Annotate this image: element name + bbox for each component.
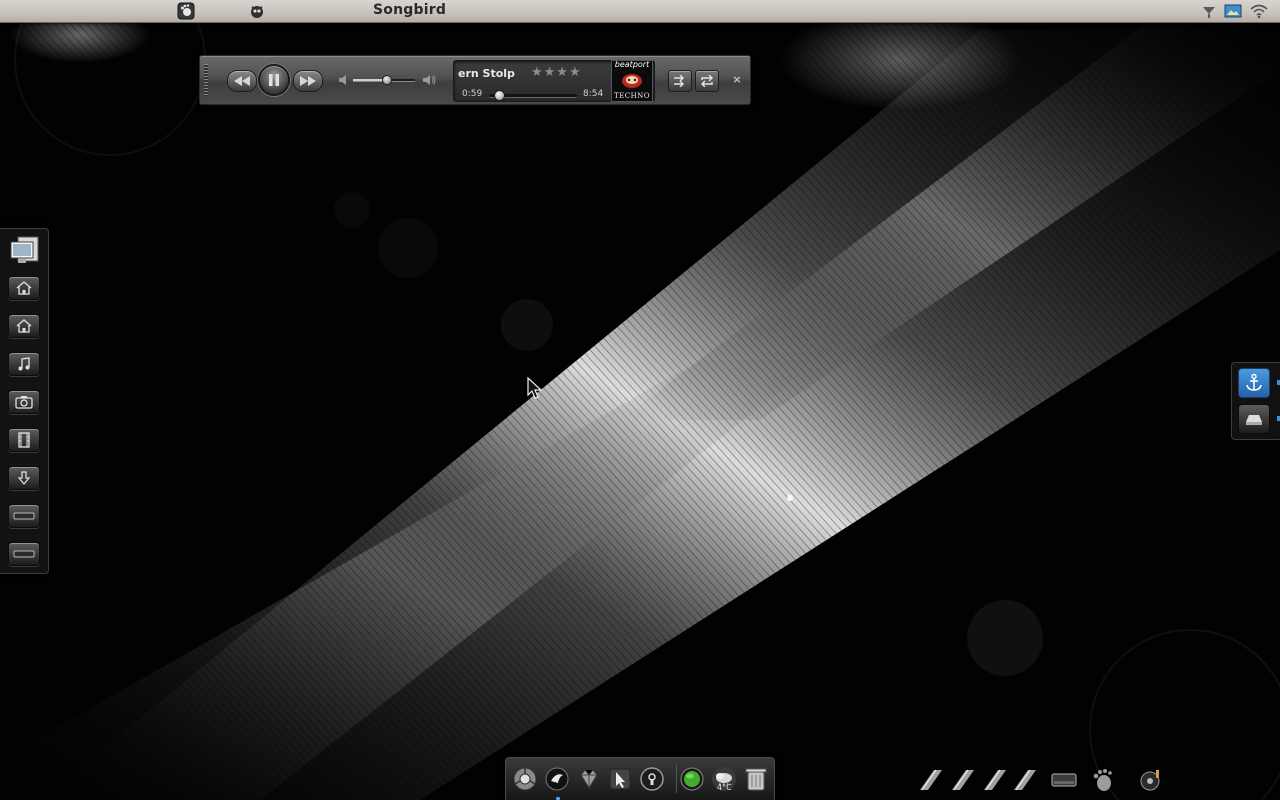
track-duration: 8:54 xyxy=(583,89,604,99)
anchor-icon xyxy=(1246,373,1262,391)
seek-knob[interactable] xyxy=(493,90,505,101)
lock-icon[interactable] xyxy=(637,764,667,794)
left-dock xyxy=(0,228,49,574)
right-dock xyxy=(1231,362,1280,440)
pause-button[interactable] xyxy=(258,64,290,96)
audio-icon[interactable] xyxy=(1136,766,1164,794)
workspace-3[interactable] xyxy=(982,768,1008,792)
volume-max-icon[interactable] xyxy=(423,73,437,87)
album-art-label-bottom: TECHNO xyxy=(613,92,651,100)
volume-mute-icon[interactable] xyxy=(339,74,349,86)
mouse-cursor-icon xyxy=(527,377,543,399)
album-art-image xyxy=(622,74,642,88)
active-window-title: Songbird xyxy=(373,2,447,18)
repeat-icon xyxy=(701,75,713,87)
songbird-icon[interactable] xyxy=(542,764,572,794)
album-art-label-top: beatport xyxy=(614,60,650,69)
computer-icon xyxy=(10,236,39,263)
close-player-button[interactable]: × xyxy=(730,71,744,87)
music-note-icon xyxy=(18,357,30,371)
track-title: ern Stolp xyxy=(458,67,515,80)
repeat-button[interactable] xyxy=(695,70,719,92)
volume-slider-knob[interactable] xyxy=(382,75,393,85)
workspace-1[interactable] xyxy=(918,768,944,792)
network-icon[interactable] xyxy=(1200,2,1218,20)
drive-button-2[interactable] xyxy=(8,542,40,566)
trash-icon[interactable] xyxy=(741,764,771,794)
drive-icon xyxy=(13,550,35,558)
songbird-mini-player[interactable]: ern Stolp ★★★★ 0:59 8:54 beatport TECHNO… xyxy=(199,55,751,105)
drive-launcher[interactable] xyxy=(1238,404,1270,434)
desktop: Songbird ern Stolp ★★★★ 0:59 8:54 beatpo… xyxy=(0,0,1280,800)
transport-controls xyxy=(227,64,323,96)
previous-track-button[interactable] xyxy=(227,70,257,92)
previous-icon xyxy=(234,76,250,86)
film-icon xyxy=(18,432,30,448)
status-orb-icon[interactable] xyxy=(677,764,707,794)
downloads-button[interactable] xyxy=(8,466,40,490)
bottom-dock: 4°C xyxy=(505,757,775,800)
computer-launcher[interactable] xyxy=(8,235,42,267)
pause-icon xyxy=(269,74,279,86)
home-icon xyxy=(16,319,32,333)
pictures-button[interactable] xyxy=(8,390,40,414)
album-art[interactable]: beatport TECHNO xyxy=(611,60,653,102)
shuffle-button[interactable] xyxy=(668,70,692,92)
wallpaper xyxy=(0,0,1280,800)
home-button[interactable] xyxy=(8,276,40,300)
camera-icon xyxy=(15,396,33,409)
gnome-foot-icon[interactable] xyxy=(1089,766,1117,794)
home-icon xyxy=(16,281,32,295)
workspace-4[interactable] xyxy=(1012,768,1038,792)
download-arrow-icon xyxy=(17,471,31,485)
gnome-foot-icon[interactable] xyxy=(176,1,196,21)
drive-icon xyxy=(13,512,35,520)
anchor-launcher[interactable] xyxy=(1238,368,1270,398)
track-rating[interactable]: ★★★★ xyxy=(531,65,582,80)
cursor-icon[interactable] xyxy=(605,764,635,794)
elapsed-time: 0:59 xyxy=(462,89,483,99)
gimp-icon[interactable] xyxy=(247,1,267,21)
player-drag-grip[interactable] xyxy=(204,64,208,96)
drive-icon[interactable] xyxy=(1050,766,1078,794)
next-track-button[interactable] xyxy=(293,70,323,92)
music-button[interactable] xyxy=(8,352,40,376)
shuffle-icon xyxy=(674,75,684,87)
weather-temperature: 4°C xyxy=(717,783,732,792)
home-folder-button[interactable] xyxy=(8,314,40,338)
workspace-2[interactable] xyxy=(950,768,976,792)
videos-button[interactable] xyxy=(8,428,40,452)
drive-button-1[interactable] xyxy=(8,504,40,528)
screenshot-icon[interactable] xyxy=(1224,2,1242,20)
gem-icon[interactable] xyxy=(574,764,604,794)
drive-icon xyxy=(1246,415,1262,425)
next-icon xyxy=(300,76,316,86)
volume-control xyxy=(339,72,439,88)
top-panel: Songbird xyxy=(0,0,1280,23)
wifi-icon[interactable] xyxy=(1250,2,1268,20)
chromium-icon[interactable] xyxy=(510,764,540,794)
